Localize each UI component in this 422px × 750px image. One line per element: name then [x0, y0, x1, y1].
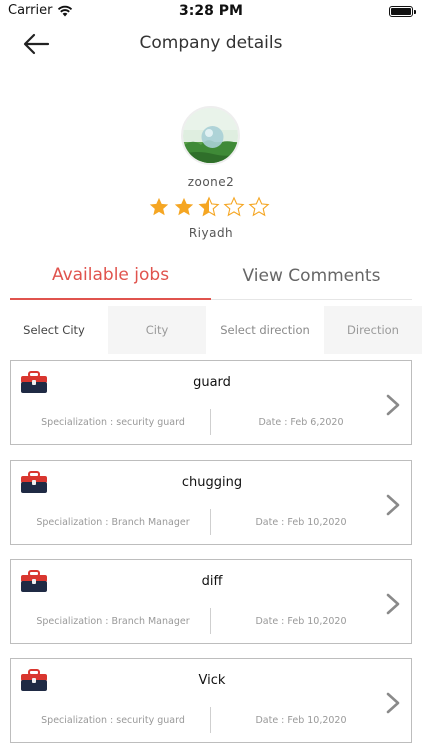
page-title: Company details	[139, 33, 283, 53]
divider	[210, 409, 211, 435]
chevron-right-icon	[386, 394, 400, 416]
chevron-right-icon	[386, 692, 400, 714]
company-name: zoone2	[187, 175, 235, 189]
select-direction-label: Select direction	[206, 306, 324, 354]
divider	[210, 707, 211, 733]
job-title: diff	[201, 574, 223, 589]
tab-bar: Available jobs View Comments	[10, 252, 412, 300]
rating-stars	[148, 196, 270, 218]
job-card[interactable]: guard Specialization : security guard Da…	[10, 360, 412, 445]
job-specialization: Specialization : security guard	[41, 715, 185, 726]
chevron-right-icon	[386, 494, 400, 516]
chevron-right-icon	[386, 593, 400, 615]
job-date: Date : Feb 10,2020	[255, 517, 347, 528]
company-city: Riyadh	[188, 226, 234, 240]
status-time: 3:28 PM	[179, 3, 243, 19]
tab-view-comments[interactable]: View Comments	[211, 252, 412, 300]
battery-icon	[389, 6, 416, 17]
star-filled-icon	[174, 197, 194, 216]
status-bar: Carrier 3:28 PM	[0, 0, 422, 24]
star-empty-icon	[223, 196, 245, 217]
job-date: Date : Feb 10,2020	[255, 616, 347, 627]
divider	[210, 509, 211, 535]
star-empty-icon	[248, 196, 270, 217]
star-filled-icon	[149, 197, 169, 216]
divider	[210, 608, 211, 634]
direction-dropdown[interactable]: Direction	[324, 306, 422, 354]
select-city-label: Select City	[0, 306, 108, 354]
job-title: guard	[193, 375, 231, 390]
job-card[interactable]: diff Specialization : Branch Manager Dat…	[10, 559, 412, 644]
job-title: Vick	[198, 673, 226, 688]
job-date: Date : Feb 6,2020	[258, 417, 344, 428]
job-card[interactable]: chugging Specialization : Branch Manager…	[10, 460, 412, 545]
job-title: chugging	[181, 475, 243, 490]
job-specialization: Specialization : Branch Manager	[36, 517, 190, 528]
job-specialization: Specialization : Branch Manager	[36, 616, 190, 627]
city-dropdown[interactable]: City	[108, 306, 206, 354]
filter-bar: Select City City Select direction Direct…	[0, 306, 422, 354]
job-card[interactable]: Vick Specialization : security guard Dat…	[10, 658, 412, 743]
company-logo	[181, 106, 240, 165]
tab-available-jobs[interactable]: Available jobs	[10, 252, 211, 300]
navigation-bar: Company details	[0, 28, 422, 60]
star-half-icon	[198, 196, 220, 217]
job-specialization: Specialization : security guard	[41, 417, 185, 428]
job-date: Date : Feb 10,2020	[255, 715, 347, 726]
